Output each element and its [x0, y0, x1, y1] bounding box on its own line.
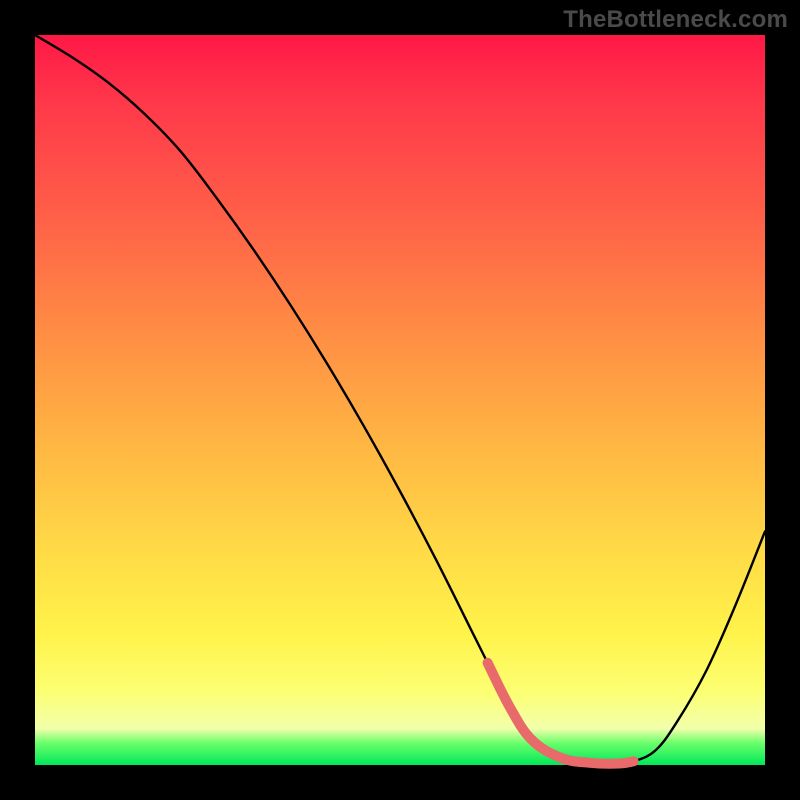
plot-area: [35, 35, 765, 765]
curve-svg: [35, 35, 765, 765]
chart-frame: TheBottleneck.com: [0, 0, 800, 800]
basin-highlight: [488, 663, 634, 764]
watermark-text: TheBottleneck.com: [563, 6, 788, 34]
bottleneck-curve: [35, 35, 765, 764]
